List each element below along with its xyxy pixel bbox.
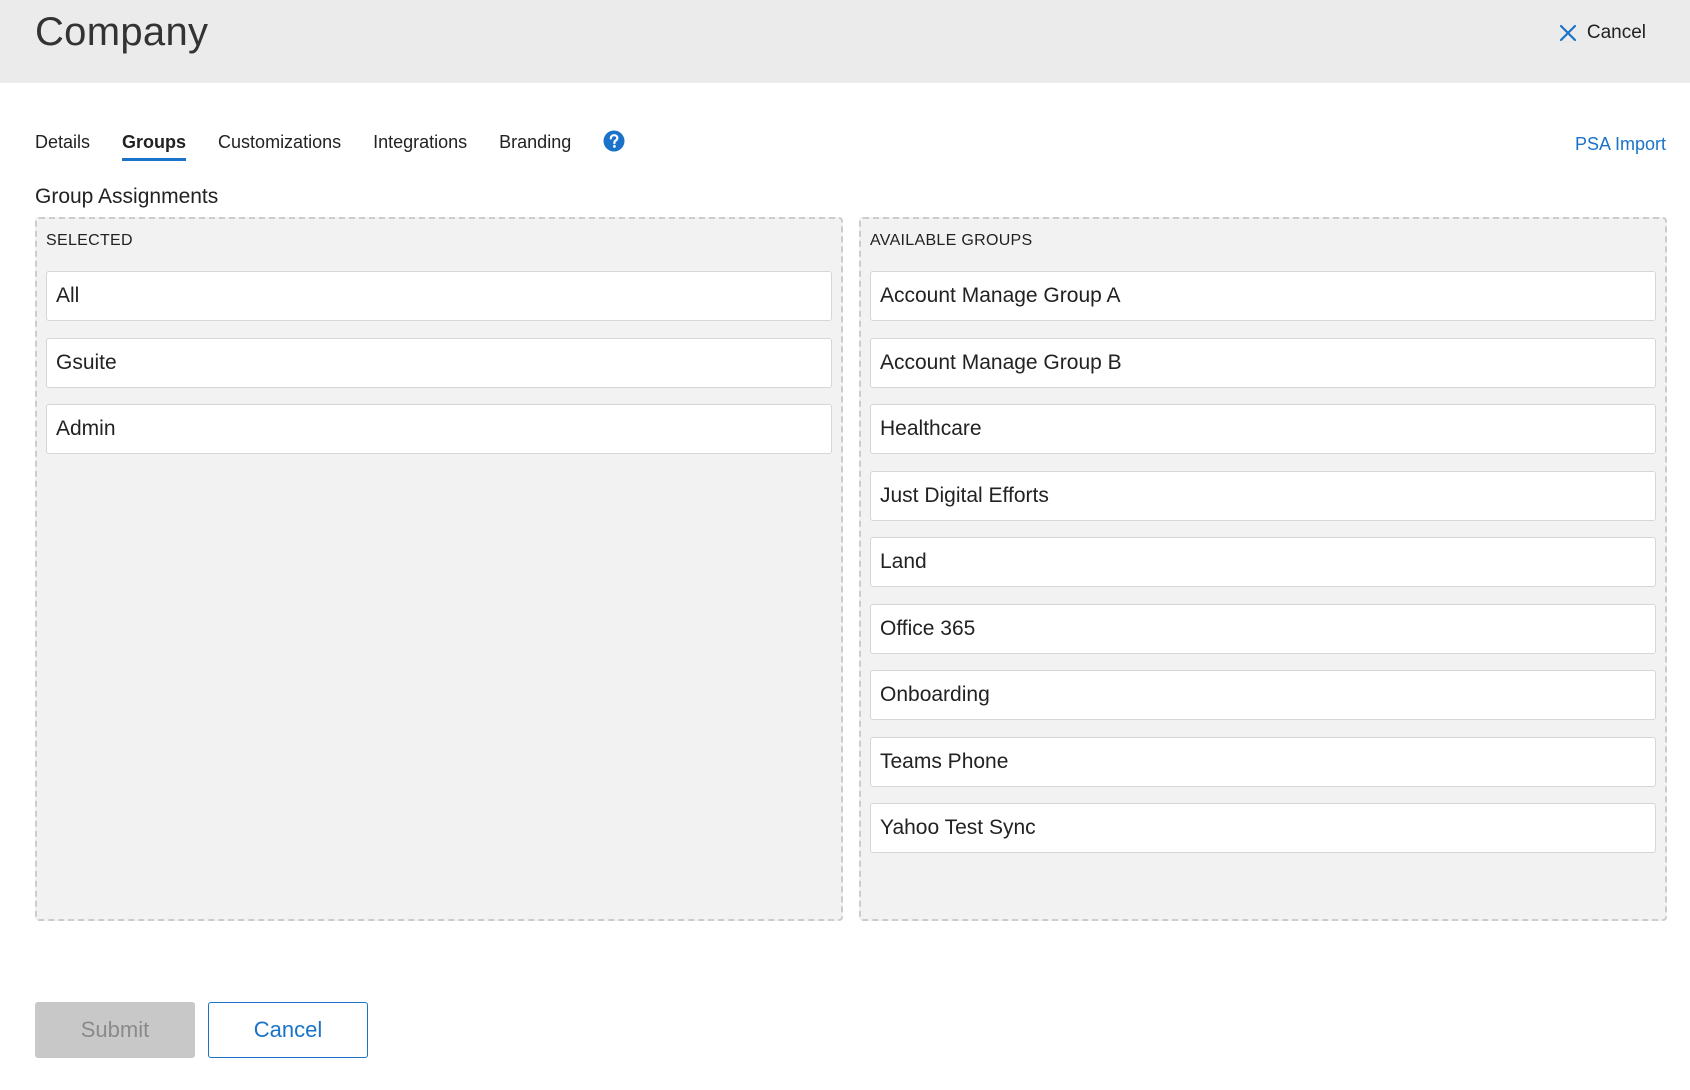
header-cancel-button[interactable]: Cancel <box>1559 22 1646 44</box>
selected-group-item[interactable]: All <box>46 271 832 321</box>
available-group-item[interactable]: Teams Phone <box>870 736 1656 787</box>
available-group-item[interactable]: Healthcare <box>870 404 1656 454</box>
cancel-button[interactable]: Cancel <box>208 1002 368 1058</box>
section-title: Group Assignments <box>35 185 219 208</box>
tab-bar: Details Groups Customizations Integratio… <box>35 130 625 168</box>
selected-groups-panel[interactable]: SELECTED All Gsuite Admin <box>35 217 843 921</box>
tab-groups[interactable]: Groups <box>122 132 187 161</box>
selected-group-item[interactable]: Gsuite <box>46 337 832 388</box>
close-icon <box>1559 24 1577 42</box>
available-panel-label: AVAILABLE GROUPS <box>870 232 1033 249</box>
available-group-item[interactable]: Account Manage Group B <box>870 337 1656 388</box>
available-groups-panel[interactable]: AVAILABLE GROUPS Account Manage Group A … <box>859 217 1667 921</box>
psa-import-link[interactable]: PSA Import <box>1575 134 1666 155</box>
submit-button[interactable]: Submit <box>35 1002 195 1058</box>
available-groups-list: Account Manage Group A Account Manage Gr… <box>870 271 1656 870</box>
page-header: Company Cancel <box>0 0 1690 83</box>
available-group-item[interactable]: Onboarding <box>870 670 1656 720</box>
tab-integrations[interactable]: Integrations <box>373 132 467 159</box>
selected-groups-list: All Gsuite Admin <box>46 271 832 471</box>
header-cancel-label: Cancel <box>1586 22 1646 43</box>
page-title: Company <box>35 10 209 54</box>
available-group-item[interactable]: Land <box>870 537 1656 587</box>
available-group-item[interactable]: Account Manage Group A <box>870 271 1656 321</box>
tab-details[interactable]: Details <box>35 132 90 159</box>
tab-branding[interactable]: Branding <box>499 132 571 159</box>
selected-group-item[interactable]: Admin <box>46 404 832 454</box>
available-group-item[interactable]: Office 365 <box>870 603 1656 654</box>
selected-panel-label: SELECTED <box>46 232 133 249</box>
available-group-item[interactable]: Just Digital Efforts <box>870 470 1656 521</box>
help-icon[interactable] <box>603 130 625 152</box>
available-group-item[interactable]: Yahoo Test Sync <box>870 803 1656 853</box>
tab-customizations[interactable]: Customizations <box>218 132 341 159</box>
